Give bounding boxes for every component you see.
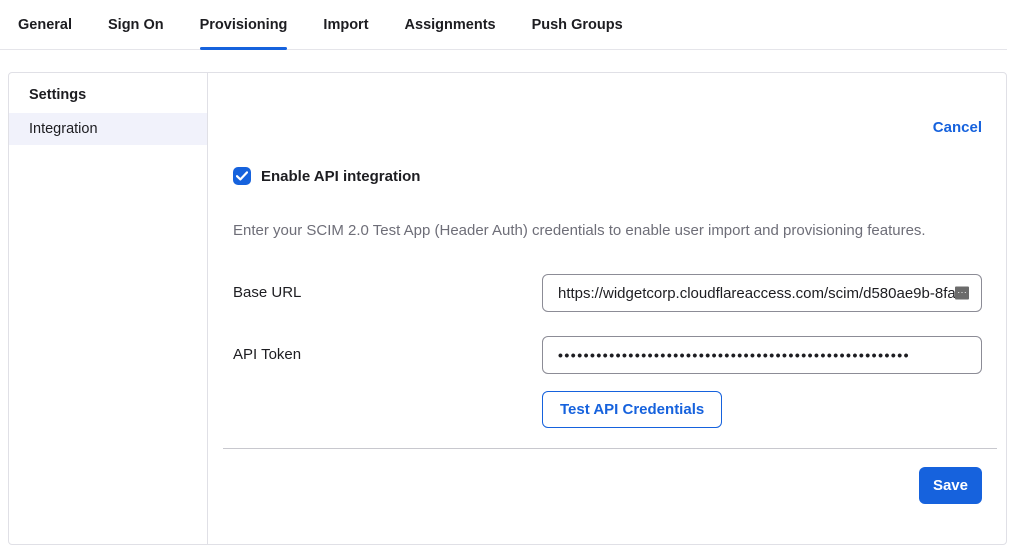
- test-api-credentials-button[interactable]: Test API Credentials: [542, 391, 722, 428]
- tab-provisioning[interactable]: Provisioning: [200, 0, 288, 49]
- credentials-description: Enter your SCIM 2.0 Test App (Header Aut…: [233, 221, 982, 241]
- enable-api-label: Enable API integration: [261, 168, 420, 185]
- text-overflow-marker: ⋯: [955, 287, 969, 300]
- provisioning-panel: Settings Integration Cancel Enable API i…: [8, 72, 1007, 545]
- api-token-label: API Token: [233, 336, 542, 363]
- test-credentials-row: Test API Credentials: [542, 391, 982, 428]
- base-url-row: Base URL ⋯: [233, 274, 982, 312]
- sidebar-item-label: Integration: [29, 121, 98, 137]
- base-url-input[interactable]: [542, 274, 982, 312]
- tab-sign-on[interactable]: Sign On: [108, 0, 164, 49]
- api-token-input[interactable]: [542, 336, 982, 374]
- tab-general[interactable]: General: [18, 0, 72, 49]
- enable-api-row: Enable API integration: [233, 167, 982, 185]
- base-url-input-wrap: ⋯: [542, 274, 982, 312]
- save-button[interactable]: Save: [919, 467, 982, 504]
- settings-sidebar: Settings Integration: [9, 73, 208, 544]
- enable-api-checkbox[interactable]: [233, 167, 251, 185]
- save-row: Save: [233, 467, 982, 504]
- tab-assignments[interactable]: Assignments: [405, 0, 496, 49]
- integration-settings-content: Cancel Enable API integration Enter your…: [208, 73, 1006, 544]
- checkmark-icon: [236, 171, 248, 181]
- sidebar-heading: Settings: [9, 87, 207, 113]
- cancel-link[interactable]: Cancel: [933, 119, 982, 136]
- api-token-row: API Token: [233, 336, 982, 374]
- tab-push-groups[interactable]: Push Groups: [532, 0, 623, 49]
- base-url-label: Base URL: [233, 274, 542, 301]
- app-tab-bar: General Sign On Provisioning Import Assi…: [0, 0, 1007, 50]
- sidebar-item-integration[interactable]: Integration: [9, 113, 207, 145]
- api-token-input-wrap: [542, 336, 982, 374]
- tab-import[interactable]: Import: [323, 0, 368, 49]
- cancel-row: Cancel: [233, 119, 982, 137]
- footer-divider: [223, 448, 997, 449]
